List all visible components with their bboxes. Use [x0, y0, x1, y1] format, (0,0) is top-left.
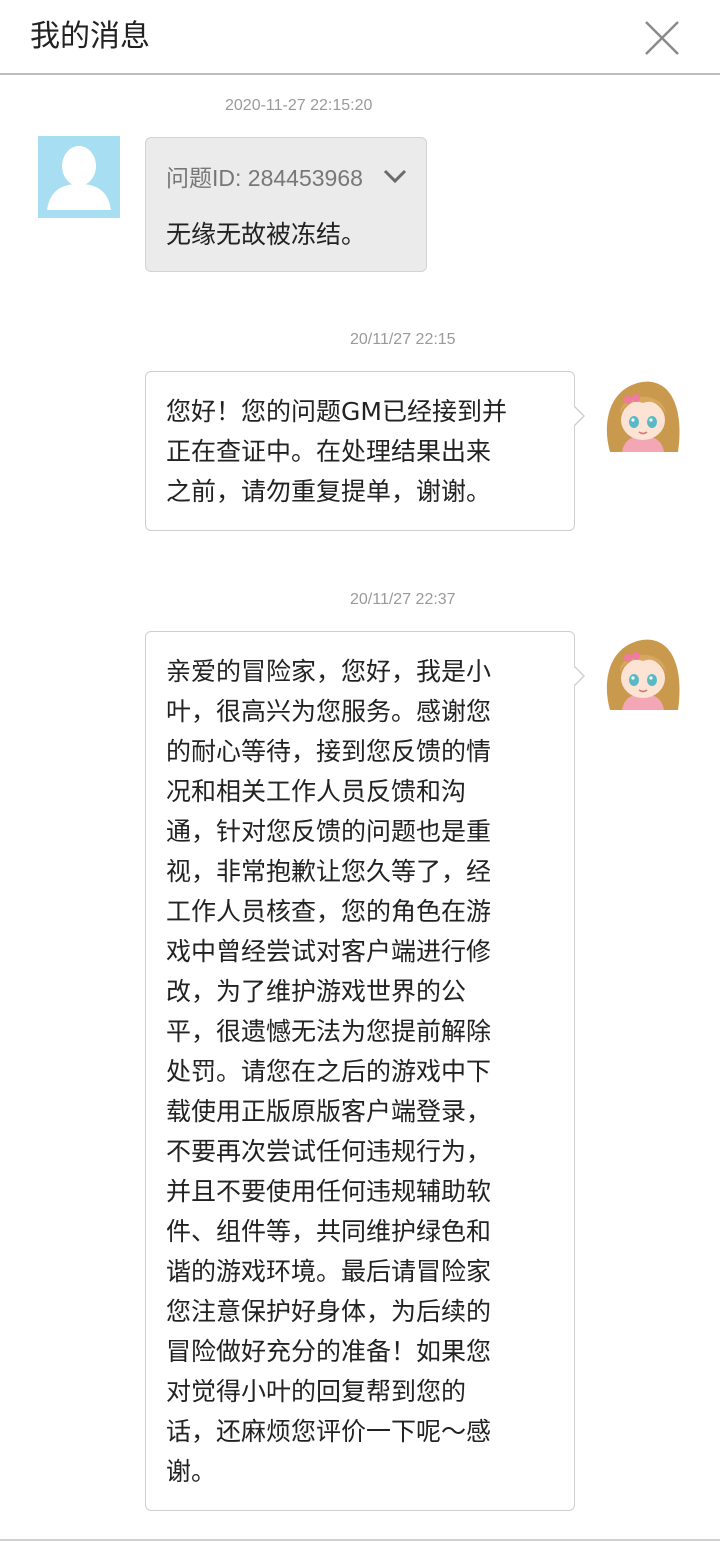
message-timestamp: 20/11/27 22:37 — [350, 591, 456, 608]
close-button[interactable] — [640, 16, 684, 60]
question-id-label: 问题ID: 284453968 — [166, 165, 363, 191]
gm-avatar — [600, 630, 682, 712]
message-timestamp: 20/11/27 22:15 — [350, 331, 456, 348]
header-bar: 我的消息 — [0, 0, 720, 75]
gm-girl-avatar-icon — [606, 639, 680, 710]
gm-message-text: 您好！您的问题GM已经接到并 正在查证中。在处理结果出来 之前，请勿重复提单，谢… — [166, 397, 507, 506]
user-avatar — [38, 136, 120, 218]
page-title: 我的消息 — [30, 19, 150, 54]
user-message-text: 无缘无故被冻结。 — [166, 220, 367, 249]
gm-message-text: 亲爱的冒险家，您好，我是小 叶，很高兴为您服务。感谢您 的耐心等待，接到您反馈的… — [166, 657, 492, 1486]
gm-girl-avatar-icon — [606, 381, 680, 452]
gm-message-bubble: 亲爱的冒险家，您好，我是小 叶，很高兴为您服务。感谢您 的耐心等待，接到您反馈的… — [145, 631, 585, 1511]
question-id-toggle[interactable]: 问题ID: 284453968 — [166, 164, 363, 192]
close-icon — [645, 21, 679, 55]
gm-avatar — [600, 372, 682, 454]
user-message-bubble: 问题ID: 284453968 无缘无故被冻结。 — [145, 137, 427, 272]
user-silhouette-icon — [47, 146, 111, 210]
chevron-down-icon[interactable] — [382, 166, 408, 186]
message-timestamp: 2020-11-27 22:15:20 — [225, 97, 373, 114]
gm-message-bubble: 您好！您的问题GM已经接到并 正在查证中。在处理结果出来 之前，请勿重复提单，谢… — [145, 371, 585, 531]
